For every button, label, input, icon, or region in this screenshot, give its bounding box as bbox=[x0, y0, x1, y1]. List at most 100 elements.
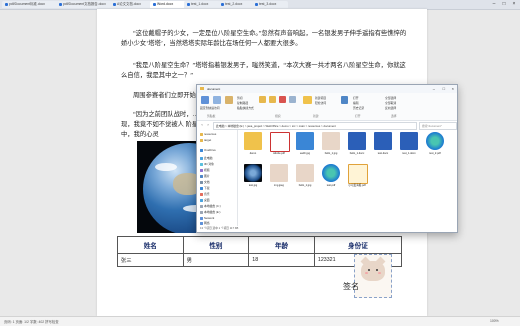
computer-icon bbox=[200, 156, 203, 160]
sidebar-item[interactable]: 本地磁盘 (E:) bbox=[200, 210, 220, 214]
sidebar-item[interactable]: 桌面 bbox=[200, 198, 210, 202]
minimize-icon[interactable]: – bbox=[433, 85, 435, 93]
ribbon-copy-path[interactable]: 复制路径 bbox=[237, 101, 248, 105]
ribbon-easy-access[interactable]: 轻松访问 bbox=[315, 101, 326, 105]
sidebar-item[interactable]: 3D 对象 bbox=[200, 162, 214, 166]
cloud-shape bbox=[155, 163, 177, 171]
sidebar-item[interactable]: 此电脑 bbox=[200, 156, 212, 160]
file-item[interactable]: img.jpeg bbox=[267, 164, 291, 196]
cat-image-icon bbox=[296, 164, 314, 182]
close-icon[interactable]: × bbox=[452, 85, 454, 93]
tab-0[interactable]: pdf/Document标准.docx bbox=[2, 1, 58, 8]
file-explorer-window[interactable]: document – □ × 固定到快速访问 剪切 复制路径 粘贴快捷方式 新建… bbox=[196, 84, 458, 233]
tab-3[interactable]: Word.docx bbox=[150, 1, 186, 8]
file-item[interactable]: Adobe.pdf bbox=[267, 132, 291, 164]
cell-age[interactable]: 18 bbox=[248, 253, 315, 267]
download-icon bbox=[200, 186, 203, 190]
ribbon-select-all[interactable]: 全部选择 bbox=[385, 96, 396, 100]
pdf-icon bbox=[270, 132, 290, 152]
sidebar-item[interactable]: 图片 bbox=[200, 174, 210, 178]
paragraph-1: “这位戴帽子的少女，一定是位八阶星空生命。”忽然有声音响起，一名银发男子伸手遥指… bbox=[121, 30, 407, 47]
file-item[interactable]: hello_1.docx bbox=[345, 132, 369, 164]
file-item[interactable]: hello_1.jpg bbox=[319, 132, 343, 164]
doc-icon bbox=[5, 2, 8, 6]
new-folder-icon[interactable] bbox=[303, 96, 312, 104]
earth-image-icon bbox=[244, 164, 262, 182]
file-item[interactable]: demo bbox=[241, 132, 265, 164]
sidebar-item[interactable]: Network bbox=[200, 216, 214, 220]
header-age[interactable]: 年龄 bbox=[248, 236, 315, 254]
rename-icon[interactable] bbox=[289, 96, 296, 103]
cat-ear bbox=[360, 256, 371, 267]
desktop-icon bbox=[200, 198, 203, 202]
file-item[interactable]: hello_1.jpg bbox=[293, 164, 317, 196]
file-item[interactable]: test.docx bbox=[371, 132, 395, 164]
navigation-pane: resources target OneDrive 此电脑 3D 对象 视频 图… bbox=[197, 130, 238, 226]
zoom-level[interactable]: 100% bbox=[490, 319, 499, 323]
sidebar-item[interactable]: target bbox=[200, 138, 211, 142]
cell-gender[interactable]: 男 bbox=[182, 253, 250, 267]
pin-icon[interactable] bbox=[201, 96, 209, 104]
file-item[interactable]: earth.jpg bbox=[293, 132, 317, 164]
file-item[interactable]: test.pdf bbox=[319, 164, 343, 196]
doc-icon bbox=[153, 2, 156, 6]
sidebar-item[interactable]: 音乐 bbox=[200, 192, 210, 196]
file-item[interactable]: 小可爱海报.pdf bbox=[345, 164, 369, 196]
back-icon[interactable]: ‹ bbox=[200, 122, 204, 128]
doc-icon bbox=[113, 2, 116, 6]
maximize-icon[interactable]: □ bbox=[443, 85, 445, 93]
sidebar-item[interactable]: 下载 bbox=[200, 186, 210, 190]
status-left: 页码: 1 页面: 1/2 字数: 402 拼写检查 bbox=[4, 320, 59, 324]
tab-4[interactable]: test_1.docx bbox=[184, 1, 220, 8]
ribbon-invert-selection[interactable]: 反向选择 bbox=[385, 106, 396, 110]
sidebar-item[interactable]: OneDrive bbox=[200, 148, 216, 152]
ribbon-open[interactable]: 打开 bbox=[353, 96, 359, 100]
sidebar-item[interactable]: 文档 bbox=[200, 180, 210, 184]
minimize-icon[interactable]: – bbox=[489, 0, 499, 9]
search-input[interactable]: 搜索"document" bbox=[419, 122, 457, 130]
cat-blush bbox=[365, 272, 368, 274]
maximize-icon[interactable]: □ bbox=[499, 0, 509, 9]
file-item[interactable]: test.jpg bbox=[241, 164, 265, 196]
sidebar-item[interactable]: resources bbox=[200, 132, 216, 136]
file-item[interactable]: test_1.docx bbox=[397, 132, 421, 164]
cell-name[interactable]: 张三 bbox=[117, 253, 184, 267]
edge-icon bbox=[426, 132, 444, 150]
ribbon-history[interactable]: 历史记录 bbox=[353, 106, 364, 110]
sidebar-item[interactable]: 本地磁盘 (C:) bbox=[200, 204, 221, 208]
sidebar-item[interactable]: 视频 bbox=[200, 168, 210, 172]
group-select: 选择 bbox=[391, 114, 397, 118]
drive-icon bbox=[200, 204, 203, 208]
file-item[interactable]: test_2.pdf bbox=[423, 132, 447, 164]
document-icon bbox=[200, 180, 203, 184]
close-icon[interactable]: × bbox=[509, 0, 519, 9]
tab-6[interactable]: test_3.docx bbox=[252, 1, 288, 8]
copy-to-icon[interactable] bbox=[269, 96, 276, 103]
copy-icon[interactable] bbox=[213, 96, 221, 104]
sidebar-item[interactable]: 网络 bbox=[200, 221, 210, 225]
cat-sticker-image[interactable] bbox=[354, 254, 392, 298]
ribbon-edit[interactable]: 编辑 bbox=[353, 101, 359, 105]
properties-icon[interactable] bbox=[341, 96, 348, 104]
header-name[interactable]: 姓名 bbox=[117, 236, 184, 254]
ribbon-new-item[interactable]: 新建项目 bbox=[315, 96, 326, 100]
address-bar[interactable]: 此电脑 > 本地磁盘 (E:) > java_project > WebOffi… bbox=[213, 122, 417, 130]
header-id[interactable]: 身份证 bbox=[313, 236, 403, 254]
paste-icon[interactable] bbox=[225, 96, 233, 104]
move-icon[interactable] bbox=[259, 96, 266, 103]
tab-5[interactable]: test_2.docx bbox=[218, 1, 254, 8]
forward-icon[interactable]: › bbox=[206, 122, 210, 128]
folder-icon bbox=[244, 132, 262, 150]
ribbon-select-none[interactable]: 全部取消 bbox=[385, 101, 396, 105]
folder-icon bbox=[200, 87, 204, 90]
tab-1[interactable]: pdf/Document文档报告.docx bbox=[56, 1, 112, 8]
ribbon-pin-label[interactable]: 固定到快速访问 bbox=[200, 106, 220, 110]
drive-icon bbox=[200, 210, 203, 214]
header-gender[interactable]: 性别 bbox=[182, 236, 250, 254]
ribbon-cut[interactable]: 剪切 bbox=[237, 96, 243, 100]
tab-2[interactable]: A论文文档.docx bbox=[110, 1, 152, 8]
signature-label: 签名 bbox=[343, 282, 359, 291]
cat-ear bbox=[375, 256, 386, 267]
delete-icon[interactable] bbox=[279, 96, 286, 103]
ribbon-paste-shortcut[interactable]: 粘贴快捷方式 bbox=[237, 106, 254, 110]
